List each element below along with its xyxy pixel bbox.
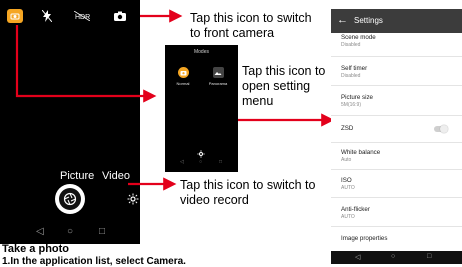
switch-camera-icon[interactable] <box>112 10 128 22</box>
settings-screen: ← Settings Scene mode Disabled Self time… <box>331 9 462 264</box>
setting-name: Self timer <box>341 65 368 72</box>
shutter-icon <box>59 188 81 210</box>
setting-name: Image properties <box>341 235 388 242</box>
setting-white-balance[interactable]: White balance Auto <box>341 149 457 164</box>
setting-name: Scene mode <box>341 34 376 41</box>
recents-nav-icon[interactable]: □ <box>219 159 222 165</box>
home-nav-icon[interactable]: ○ <box>67 226 73 237</box>
callout-video-record: Tap this icon to switch to video record <box>180 178 316 207</box>
divider <box>331 197 462 198</box>
mode-panorama[interactable]: Panorama <box>203 67 233 86</box>
mode-normal-label: Normal <box>176 81 190 86</box>
setting-value: AUTO <box>341 214 355 220</box>
shutter-button[interactable] <box>55 184 85 214</box>
divider <box>331 115 462 116</box>
settings-gear-icon[interactable] <box>127 192 139 205</box>
back-nav-icon[interactable]: ◁ <box>36 226 44 237</box>
video-mode-button[interactable]: Video <box>102 170 130 182</box>
mode-normal[interactable]: Normal <box>168 67 198 86</box>
setting-value: 5M(16:9) <box>341 102 362 108</box>
divider <box>331 85 462 86</box>
setting-value: Disabled <box>341 42 361 48</box>
setting-picture-size[interactable]: Picture size 5M(16:9) <box>341 94 457 109</box>
setting-self-timer[interactable]: Self timer Disabled <box>341 65 457 80</box>
back-nav-icon[interactable]: ◁ <box>180 159 184 165</box>
zsd-toggle[interactable] <box>434 125 448 133</box>
settings-gear-icon[interactable] <box>197 145 205 158</box>
camera-mode-icon <box>177 67 189 78</box>
hdr-icon[interactable]: HDR <box>73 10 91 22</box>
divider <box>331 169 462 170</box>
camera-top-bar: HDR <box>0 6 140 26</box>
settings-nav-bar: ◁ ○ □ <box>331 251 462 264</box>
phone-nav-bar: ◁ ○ □ <box>0 222 140 244</box>
picture-mode-button[interactable]: Picture <box>60 170 94 182</box>
divider <box>331 226 462 227</box>
panorama-icon <box>212 67 224 78</box>
divider <box>331 56 462 57</box>
setting-value: AUTO <box>341 185 355 191</box>
mode-menu-icon[interactable] <box>7 9 23 23</box>
instruction-step: 1.In the application list, select Camera… <box>2 256 186 267</box>
callout-switch-camera: Tap this icon to switch to front camera <box>190 11 312 40</box>
setting-name: Anti-flicker <box>341 206 370 213</box>
setting-anti-flicker[interactable]: Anti-flicker AUTO <box>341 206 457 221</box>
mode-panorama-label: Panorama <box>208 81 228 86</box>
setting-zsd[interactable]: ZSD <box>341 125 457 133</box>
recents-nav-icon[interactable]: □ <box>427 253 431 260</box>
setting-value: Disabled <box>341 73 361 79</box>
setting-name: White balance <box>341 149 381 156</box>
setting-name: Picture size <box>341 94 373 101</box>
setting-iso[interactable]: ISO AUTO <box>341 177 457 192</box>
setting-image-properties[interactable]: Image properties <box>341 235 457 243</box>
camera-screen: HDR Picture Video ◁ ○ □ <box>0 0 140 244</box>
setting-value: Auto <box>341 157 352 163</box>
section-heading: Take a photo <box>2 243 70 255</box>
modes-popup: Modes Normal Panorama ◁ ○ □ <box>165 45 238 172</box>
settings-header: ← Settings <box>331 9 462 33</box>
settings-title: Settings <box>354 16 383 25</box>
back-arrow-icon[interactable]: ← <box>337 14 348 26</box>
setting-scene-mode[interactable]: Scene mode Disabled <box>341 34 457 49</box>
recents-nav-icon[interactable]: □ <box>99 226 105 237</box>
home-nav-icon[interactable]: ○ <box>391 253 395 260</box>
divider <box>331 142 462 143</box>
flash-off-icon[interactable] <box>40 10 54 22</box>
modes-title: Modes <box>193 49 209 55</box>
home-nav-icon[interactable]: ○ <box>199 159 202 165</box>
setting-name: ISO <box>341 177 352 184</box>
back-nav-icon[interactable]: ◁ <box>355 253 360 261</box>
callout-open-settings: Tap this icon to open setting menu <box>242 64 326 108</box>
